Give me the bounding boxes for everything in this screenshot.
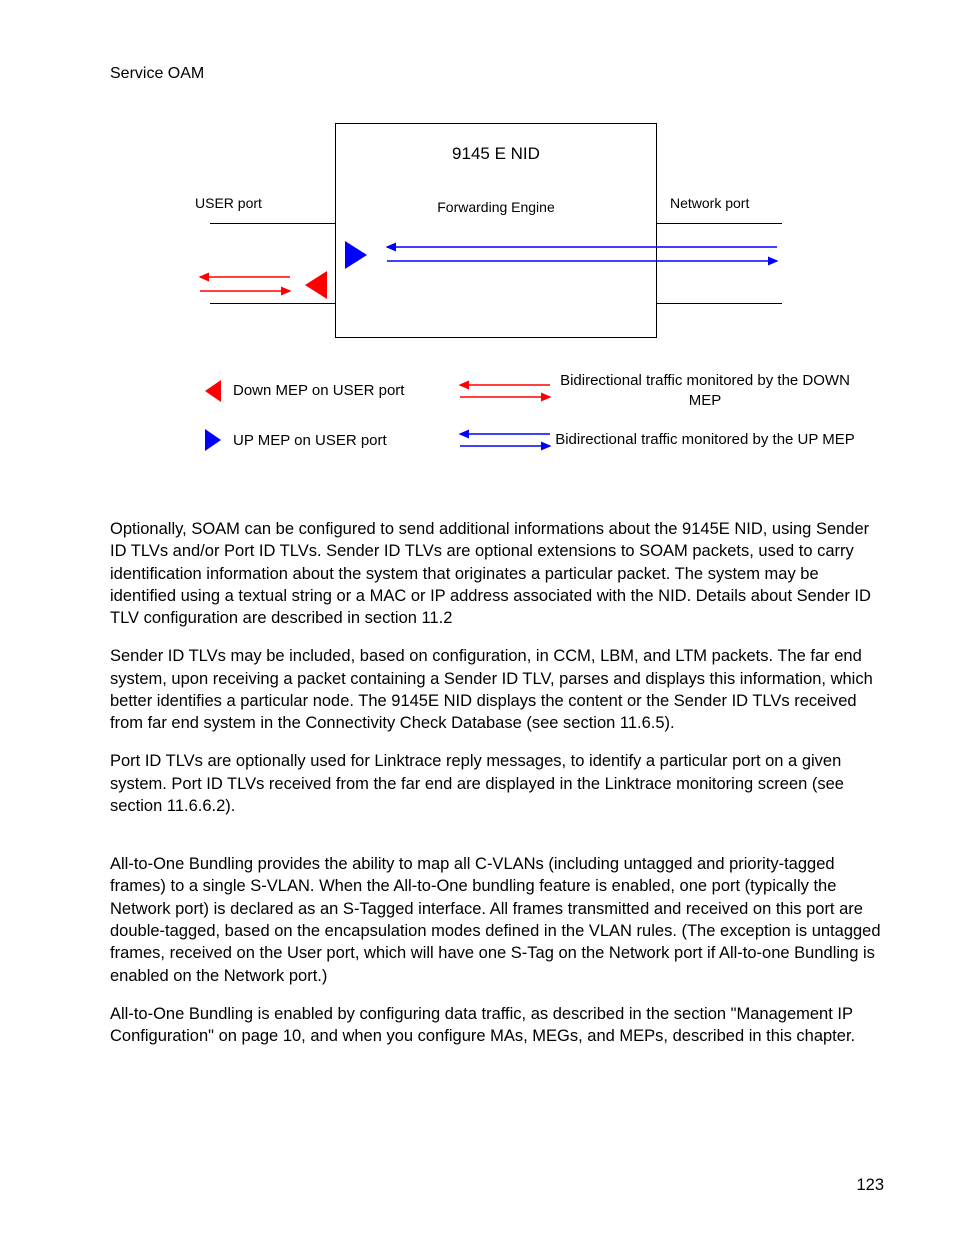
down-mep-triangle-icon [305,271,327,299]
network-port-line-bottom [657,303,782,304]
paragraph-4: All-to-One Bundling provides the ability… [110,853,884,987]
up-mep-legend-text: Bidirectional traffic monitored by the U… [555,430,855,450]
nid-title: 9145 E NID [336,144,656,164]
page-header: Service OAM [110,65,884,83]
body-text-block: Optionally, SOAM can be configured to se… [110,518,884,1047]
paragraph-5: All-to-One Bundling is enabled by config… [110,1003,884,1048]
paragraph-2: Sender ID TLVs may be included, based on… [110,645,884,734]
up-mep-legend-icon [205,429,221,451]
down-mep-legend-text: Bidirectional traffic monitored by the D… [555,371,855,410]
user-port-line-bottom [210,303,335,304]
network-port-line-top [657,223,782,224]
legend-row-down-mep: Down MEP on USER port Bidirectional traf… [205,371,865,410]
up-mep-legend-label: UP MEP on USER port [233,432,387,449]
forwarding-engine-label: Forwarding Engine [336,199,656,215]
paragraph-3: Port ID TLVs are optionally used for Lin… [110,750,884,817]
diagram-legend: Down MEP on USER port Bidirectional traf… [205,371,865,470]
page-number: 123 [856,1176,884,1195]
down-mep-legend-label: Down MEP on USER port [233,382,404,399]
up-mep-triangle-icon [345,241,367,269]
legend-row-up-mep: UP MEP on USER port Bidirectional traffi… [205,428,865,452]
down-mep-traffic-arrows [195,271,295,299]
user-port-line-top [210,223,335,224]
forwarding-engine-box: 9145 E NID Forwarding Engine [335,123,657,338]
up-mep-legend-arrows [455,428,555,452]
up-mep-traffic-arrows [382,241,782,269]
network-port-label: Network port [670,195,749,211]
user-port-label: USER port [195,195,262,211]
down-mep-legend-arrows [455,379,555,403]
paragraph-1: Optionally, SOAM can be configured to se… [110,518,884,629]
down-mep-legend-icon [205,380,221,402]
mep-diagram: 9145 E NID Forwarding Engine USER port N… [110,123,880,423]
